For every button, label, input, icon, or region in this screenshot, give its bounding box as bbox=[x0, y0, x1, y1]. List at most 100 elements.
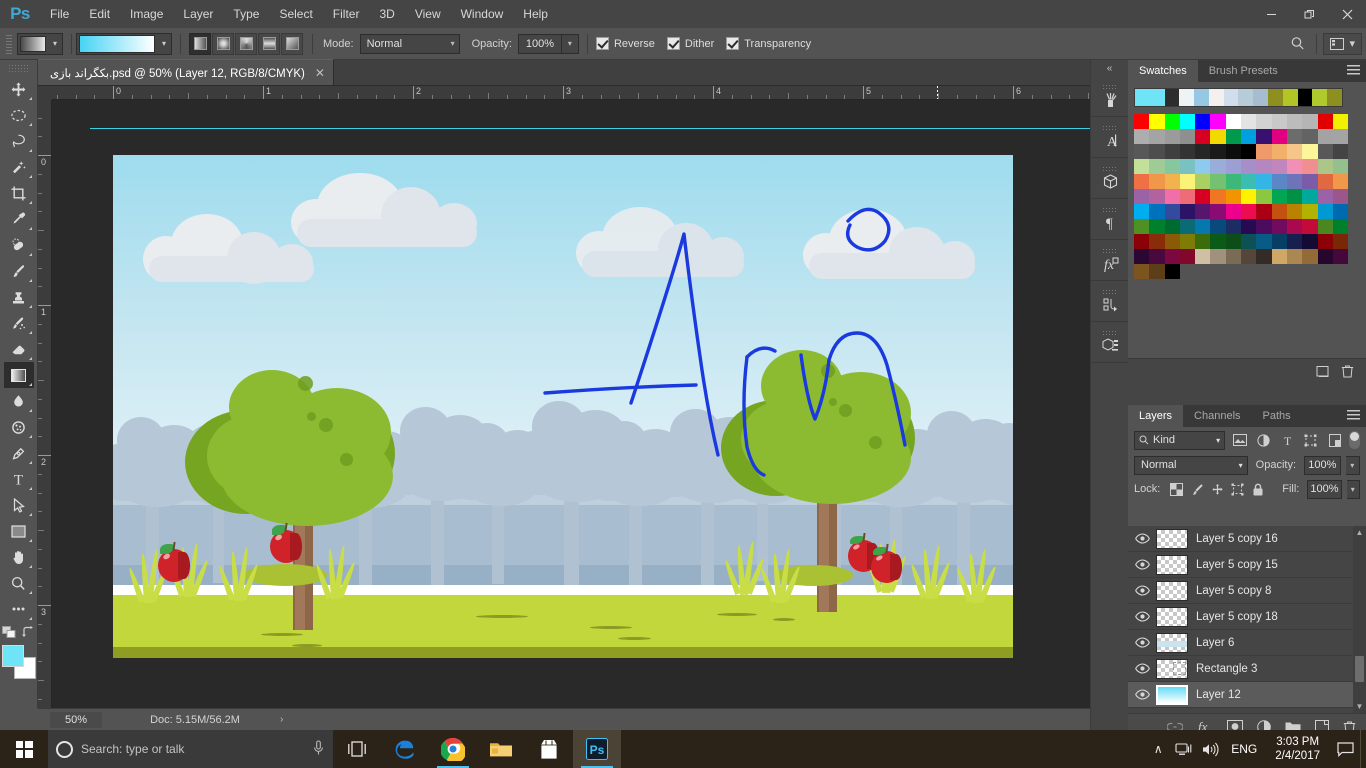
chevron-up-icon[interactable]: ∧ bbox=[1145, 730, 1171, 768]
color-swatch[interactable] bbox=[1210, 204, 1226, 219]
recent-swatch[interactable] bbox=[1149, 89, 1165, 106]
collapse-panels-button[interactable]: « bbox=[1091, 60, 1128, 76]
color-swatch[interactable] bbox=[1210, 234, 1226, 249]
lock-all-icon[interactable] bbox=[1250, 481, 1265, 498]
color-swatch[interactable] bbox=[1179, 114, 1196, 129]
edit-toolbar-tool[interactable] bbox=[4, 596, 34, 622]
color-swatch[interactable] bbox=[1271, 114, 1287, 129]
layer-row[interactable]: Layer 12 bbox=[1128, 682, 1366, 708]
color-swatch[interactable] bbox=[1256, 114, 1272, 129]
color-swatch[interactable] bbox=[1225, 174, 1242, 189]
photoshop-icon[interactable]: Ps bbox=[573, 730, 621, 768]
color-swatch[interactable] bbox=[1302, 114, 1318, 129]
color-swatch[interactable] bbox=[1134, 219, 1150, 234]
tool-submenu-indicator[interactable] bbox=[28, 331, 32, 334]
color-swatch[interactable] bbox=[1302, 174, 1318, 189]
menu-item-layer[interactable]: Layer bbox=[173, 0, 223, 28]
blur-tool[interactable] bbox=[4, 388, 34, 414]
layer-visibility-eye-icon[interactable] bbox=[1128, 611, 1156, 622]
tool-submenu-indicator[interactable] bbox=[28, 253, 32, 256]
edge-icon[interactable] bbox=[381, 730, 429, 768]
character-icon[interactable]: A bbox=[1091, 117, 1129, 158]
menu-item-view[interactable]: View bbox=[405, 0, 451, 28]
color-swatch[interactable] bbox=[1332, 249, 1349, 264]
menu-item-edit[interactable]: Edit bbox=[79, 0, 120, 28]
color-swatch[interactable] bbox=[1286, 189, 1303, 204]
status-expand-icon[interactable]: › bbox=[280, 714, 283, 725]
color-swatch[interactable] bbox=[1332, 204, 1349, 219]
color-swatch[interactable] bbox=[1317, 249, 1333, 264]
color-swatch[interactable] bbox=[1149, 189, 1165, 204]
color-swatch[interactable] bbox=[1302, 189, 1318, 204]
color-swatch[interactable] bbox=[1286, 114, 1303, 129]
color-swatch[interactable] bbox=[1210, 129, 1226, 144]
tool-presets-icon[interactable] bbox=[1091, 76, 1129, 117]
color-swatch[interactable] bbox=[1241, 144, 1257, 159]
gradient-bar[interactable] bbox=[79, 34, 155, 53]
color-swatch[interactable] bbox=[1179, 234, 1196, 249]
layer-opacity-input[interactable]: 100% bbox=[1304, 455, 1341, 475]
document-canvas[interactable] bbox=[113, 155, 1013, 658]
store-icon[interactable] bbox=[525, 730, 573, 768]
color-swatch[interactable] bbox=[1241, 234, 1257, 249]
tool-submenu-indicator[interactable] bbox=[28, 227, 32, 230]
chevron-down-icon[interactable]: ▾ bbox=[157, 39, 171, 48]
file-explorer-icon[interactable] bbox=[477, 730, 525, 768]
search-icon[interactable] bbox=[1284, 32, 1310, 56]
task-view-icon[interactable] bbox=[333, 730, 381, 768]
scroll-down-icon[interactable]: ▼ bbox=[1353, 700, 1366, 713]
recent-swatch[interactable] bbox=[1268, 89, 1283, 106]
color-swatch[interactable] bbox=[1302, 249, 1318, 264]
color-swatch[interactable] bbox=[1149, 114, 1165, 129]
color-swatch[interactable] bbox=[1271, 144, 1287, 159]
brush-tool[interactable] bbox=[4, 258, 34, 284]
layer-fill-spinner[interactable]: ▾ bbox=[1346, 479, 1360, 499]
tool-submenu-indicator[interactable] bbox=[28, 149, 32, 152]
start-button[interactable] bbox=[0, 730, 48, 768]
search-input[interactable]: Search: type or talk bbox=[81, 742, 304, 756]
tool-submenu-indicator[interactable] bbox=[28, 461, 32, 464]
radial-gradient-button[interactable] bbox=[212, 32, 234, 55]
color-swatch[interactable] bbox=[1318, 264, 1333, 279]
tool-submenu-indicator[interactable] bbox=[28, 123, 32, 126]
filter-enable-toggle[interactable] bbox=[1349, 431, 1360, 449]
checkbox-dither[interactable]: Dither bbox=[666, 37, 714, 50]
layer-visibility-eye-icon[interactable] bbox=[1128, 689, 1156, 700]
color-swatch[interactable] bbox=[1134, 189, 1150, 204]
styles-icon[interactable]: fx bbox=[1091, 240, 1129, 281]
color-swatch[interactable] bbox=[1332, 159, 1349, 174]
new-swatch-icon[interactable] bbox=[1316, 364, 1331, 378]
tab-layers[interactable]: Layers bbox=[1128, 405, 1184, 427]
color-swatch[interactable] bbox=[1286, 129, 1303, 144]
color-swatch[interactable] bbox=[1332, 189, 1349, 204]
color-swatch[interactable] bbox=[1134, 264, 1150, 279]
color-swatch[interactable] bbox=[1225, 219, 1242, 234]
type-filter-icon[interactable]: T bbox=[1278, 431, 1297, 450]
color-swatch[interactable] bbox=[1195, 114, 1211, 129]
recent-swatch[interactable] bbox=[1312, 89, 1328, 106]
color-swatch[interactable] bbox=[1164, 234, 1180, 249]
menu-item-image[interactable]: Image bbox=[120, 0, 173, 28]
gradient-preset-picker[interactable]: ▾ bbox=[17, 32, 63, 55]
pen-tool[interactable] bbox=[4, 440, 34, 466]
lasso-tool[interactable] bbox=[4, 128, 34, 154]
color-swatch[interactable] bbox=[1134, 204, 1150, 219]
color-swatch[interactable] bbox=[1271, 129, 1287, 144]
color-swatch[interactable] bbox=[1332, 234, 1349, 249]
menu-item-type[interactable]: Type bbox=[223, 0, 269, 28]
network-icon[interactable] bbox=[1171, 730, 1197, 768]
smartobject-filter-icon[interactable] bbox=[1325, 431, 1344, 450]
color-swatch[interactable] bbox=[1256, 189, 1272, 204]
color-swatch[interactable] bbox=[1164, 249, 1180, 264]
microphone-icon[interactable] bbox=[312, 739, 325, 759]
delete-swatch-icon[interactable] bbox=[1341, 364, 1354, 378]
path-selection-tool[interactable] bbox=[4, 492, 34, 518]
color-swatch[interactable] bbox=[1149, 234, 1165, 249]
color-swatch[interactable] bbox=[1241, 189, 1257, 204]
color-swatch[interactable] bbox=[1134, 234, 1150, 249]
recent-swatch[interactable] bbox=[1327, 89, 1342, 106]
tab-paths[interactable]: Paths bbox=[1251, 405, 1302, 427]
color-swatch[interactable] bbox=[1195, 144, 1211, 159]
color-swatch[interactable] bbox=[1149, 219, 1165, 234]
color-swatch[interactable] bbox=[1256, 234, 1272, 249]
